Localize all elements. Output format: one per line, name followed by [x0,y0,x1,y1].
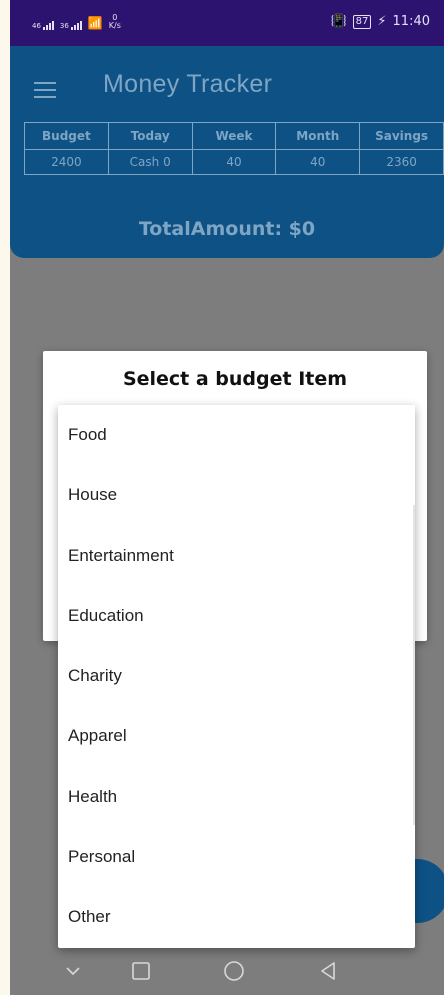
phone-screen: 46 36 📶 0 K/s 📳 87 ⚡ 11:40 Money Tracker [10,0,444,995]
signal-1-label: 46 [32,22,41,30]
summary-table: Budget Today Week Month Savings 2400 Cas… [24,122,444,175]
clock: 11:40 [392,14,430,29]
value-week: 40 [191,149,277,175]
budget-item-dropdown: Food House Entertainment Education Chari… [58,405,415,948]
option-health[interactable]: Health [58,767,415,827]
option-apparel[interactable]: Apparel [58,706,415,766]
network-speed-unit: K/s [108,21,121,30]
header-month: Month [275,122,361,150]
header-savings: Savings [359,122,444,150]
battery-icon: 87 [352,14,372,29]
option-personal[interactable]: Personal [58,827,415,887]
dropdown-scrollbar[interactable] [413,505,415,825]
option-entertainment[interactable]: Entertainment [58,526,415,586]
signal-icon-2: 36 [60,21,82,30]
option-charity[interactable]: Charity [58,646,415,706]
home-circle-icon[interactable] [221,958,247,984]
status-bar: 46 36 📶 0 K/s 📳 87 ⚡ 11:40 [10,0,444,46]
network-speed: 0 K/s [109,14,121,30]
summary-value-row: 2400 Cash 0 40 40 2360 [24,149,444,175]
total-amount: TotalAmount: $0 [138,218,316,240]
header-week: Week [191,122,277,150]
wifi-icon: 📶 [87,16,103,30]
app-title: Money Tracker [103,70,273,98]
dialog-title: Select a budget Item [122,368,348,390]
vibrate-icon: 📳 [330,14,347,29]
value-month: 40 [275,149,361,175]
option-food[interactable]: Food [58,405,415,465]
value-budget: 2400 [24,149,109,175]
signal-2-label: 36 [59,22,69,30]
header-budget: Budget [24,122,109,150]
signal-icon-1: 46 [32,21,54,30]
hamburger-menu-icon[interactable] [34,82,56,98]
system-nav-bar [10,948,444,995]
back-triangle-icon[interactable] [315,958,341,984]
chevron-down-icon[interactable] [60,958,86,984]
app-bar: Money Tracker Budget Today Week Month Sa… [10,46,444,258]
option-other[interactable]: Other [58,887,415,947]
option-education[interactable]: Education [58,586,415,646]
value-savings: 2360 [359,149,444,175]
status-right: 📳 87 ⚡ 11:40 [330,14,430,29]
charging-icon: ⚡ [377,14,387,29]
header-today: Today [107,122,193,150]
recents-square-icon[interactable] [128,958,154,984]
summary-header-row: Budget Today Week Month Savings [24,122,444,150]
status-left: 46 36 📶 0 K/s [32,14,121,30]
option-house[interactable]: House [58,465,415,525]
value-today: Cash 0 [107,149,193,175]
